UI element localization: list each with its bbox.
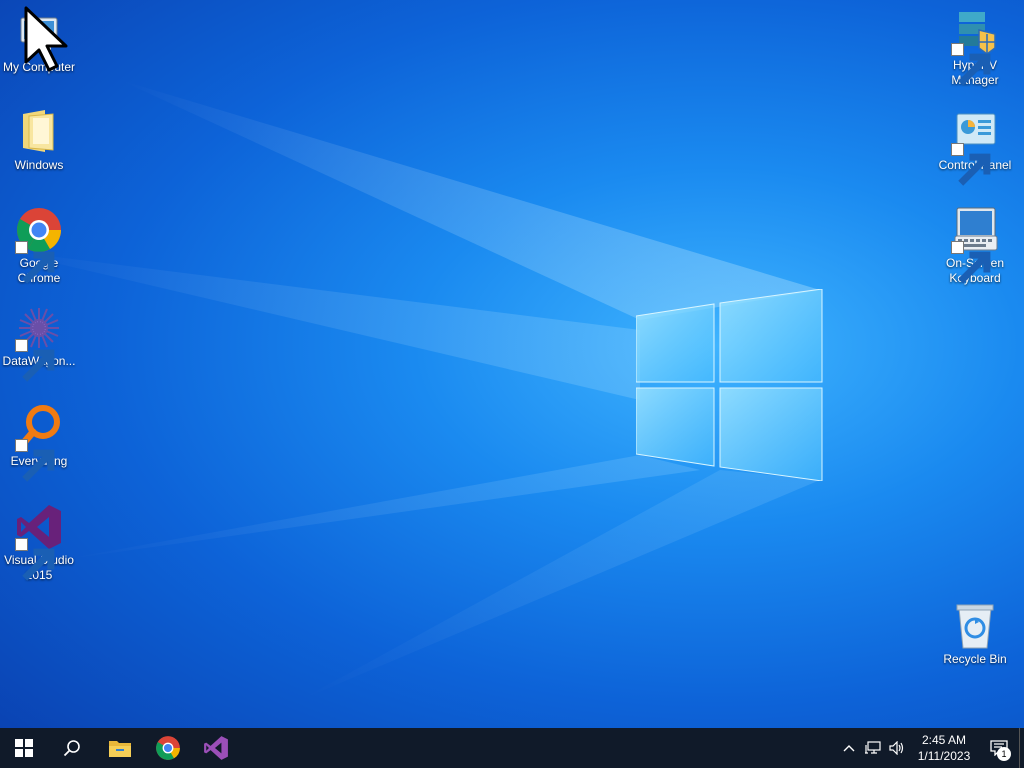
desktop-icon-visual-studio[interactable]: Visual Studio 2015 [0,503,78,583]
taskbar-google-chrome[interactable] [144,728,192,768]
volume-button[interactable] [885,728,909,768]
search-icon [63,740,80,757]
shortcut-arrow-icon [951,241,991,284]
windows-logo [636,289,823,481]
notification-count-badge: 1 [997,747,1011,761]
keyboard-icon [951,206,999,284]
clock-date: 1/11/2023 [917,749,971,763]
chrome-icon [15,206,63,284]
search-button[interactable] [48,728,96,768]
desktop-icon-label: Recycle Bin [943,652,1007,666]
desktop[interactable]: My Computer Windows Google Chrome DataWa… [0,0,1024,728]
folder-icon [15,108,63,156]
shortcut-arrow-icon [15,538,55,581]
recycle-bin-icon [951,602,999,650]
show-desktop-button[interactable] [1019,728,1024,768]
control-panel-icon [951,108,999,186]
speaker-icon [889,741,904,755]
desktop-icon-hyper-v-manager[interactable]: Hyper-V Manager [936,8,1014,88]
shortcut-arrow-icon [951,43,991,86]
network-button[interactable] [861,728,885,768]
hyper-v-icon [951,8,999,86]
desktop-icon-windows[interactable]: Windows [0,108,78,173]
shortcut-arrow-icon [15,339,55,382]
system-tray: 2:45 AM 1/11/2023 1 [837,728,1024,768]
visual-studio-icon [204,736,228,760]
taskbar-visual-studio[interactable] [192,728,240,768]
desktop-icon-everything[interactable]: Everything [0,404,78,482]
shortcut-arrow-icon [15,241,55,284]
file-explorer-icon [109,741,131,757]
desktop-icon-label: Windows [14,158,64,172]
desktop-icon-control-panel[interactable]: Control Panel [936,108,1014,186]
datawagon-icon [15,304,63,382]
show-hidden-icons-button[interactable] [837,728,861,768]
taskbar-file-explorer[interactable] [96,728,144,768]
start-icon [15,739,33,757]
wallpaper-light-beams [0,80,820,700]
taskbar-clock[interactable]: 2:45 AM 1/11/2023 [909,732,979,764]
shortcut-arrow-icon [15,439,55,482]
clock-time: 2:45 AM [921,733,967,747]
taskbar: 2:45 AM 1/11/2023 1 [0,728,1024,768]
start-button[interactable] [0,728,48,768]
visual-studio-icon [15,503,63,581]
mouse-pointer-icon [24,6,68,72]
action-center-button[interactable]: 1 [979,728,1019,768]
desktop-icon-google-chrome[interactable]: Google Chrome [0,206,78,286]
desktop-icon-on-screen-keyboard[interactable]: On-Screen Keyboard [936,206,1014,286]
shortcut-arrow-icon [951,143,991,186]
chrome-icon [156,736,180,760]
everything-search-icon [15,404,63,482]
chevron-up-icon [843,745,855,752]
network-icon [865,741,881,754]
desktop-icon-recycle-bin[interactable]: Recycle Bin [936,602,1014,667]
desktop-icon-datawagon[interactable]: DataWagon... [0,304,78,382]
